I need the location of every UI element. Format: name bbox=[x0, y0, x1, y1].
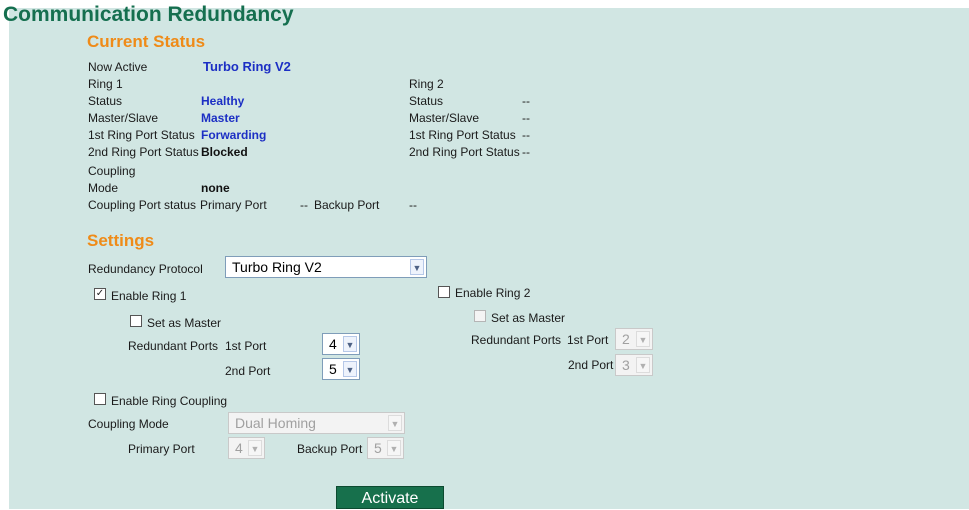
activate-button[interactable]: Activate bbox=[336, 486, 444, 509]
current-status-heading: Current Status bbox=[87, 32, 206, 51]
ring2-status-field-label: Status bbox=[409, 94, 444, 108]
coupling-mode-label: Mode bbox=[88, 181, 119, 195]
coupling-backup-port-label: Backup Port bbox=[314, 198, 380, 212]
ring1-master-slave-label: Master/Slave bbox=[88, 111, 159, 125]
ring1-port1-value: 4 bbox=[329, 336, 337, 352]
chevron-down-icon: ▼ bbox=[410, 259, 424, 275]
coupling-mode-select[interactable]: Dual Homing ▼ bbox=[228, 412, 405, 434]
ring2-port1-status-value: -- bbox=[522, 128, 530, 142]
coupling-mode-select-value: Dual Homing bbox=[235, 415, 316, 431]
ring2-master-slave-label: Master/Slave bbox=[409, 111, 480, 125]
ring2-master-slave-value: -- bbox=[522, 111, 530, 125]
ring2-set-master-label: Set as Master bbox=[491, 311, 566, 325]
coupling-primary-port-value: -- bbox=[300, 198, 308, 212]
chevron-down-icon: ▼ bbox=[636, 357, 650, 373]
content-panel bbox=[9, 8, 969, 509]
chevron-down-icon: ▼ bbox=[636, 331, 650, 347]
ring1-set-master-label: Set as Master bbox=[147, 316, 222, 330]
ring2-port2-status-label: 2nd Ring Port Status bbox=[409, 145, 520, 159]
ring1-port2-label: 2nd Port bbox=[225, 364, 271, 378]
enable-ring-coupling-checkbox[interactable] bbox=[94, 393, 106, 405]
chevron-down-icon: ▼ bbox=[343, 336, 357, 352]
chevron-down-icon: ▼ bbox=[248, 440, 262, 456]
chevron-down-icon: ▼ bbox=[388, 415, 402, 431]
chevron-down-icon: ▼ bbox=[343, 361, 357, 377]
ring2-port1-label: 1st Port bbox=[567, 333, 609, 347]
coupling-mode-value: none bbox=[201, 181, 230, 195]
ring1-master-slave-value: Master bbox=[201, 111, 240, 125]
ring2-set-master-checkbox[interactable] bbox=[474, 310, 486, 322]
enable-ring1-checkbox[interactable]: ✓ bbox=[94, 288, 106, 300]
ring2-port1-value: 2 bbox=[622, 331, 630, 347]
ring2-port2-status-value: -- bbox=[522, 145, 530, 159]
ring1-port2-value: 5 bbox=[329, 361, 337, 377]
ring1-status-value: Healthy bbox=[201, 94, 245, 108]
ring2-port2-select[interactable]: 3 ▼ bbox=[615, 354, 653, 376]
coupling-mode-setting-label: Coupling Mode bbox=[88, 417, 169, 431]
ring2-port2-label: 2nd Port bbox=[568, 358, 614, 372]
ring1-redundant-ports-label: Redundant Ports bbox=[128, 339, 219, 353]
coupling-backup-port-value: -- bbox=[409, 198, 417, 212]
redundancy-protocol-select[interactable]: Turbo Ring V2 ▼ bbox=[225, 256, 427, 278]
ring1-port2-select[interactable]: 5 ▼ bbox=[322, 358, 360, 380]
now-active-value: Turbo Ring V2 bbox=[203, 59, 291, 74]
coupling-primary-port-select-value: 4 bbox=[235, 440, 243, 456]
ring1-port2-status-label: 2nd Ring Port Status bbox=[88, 145, 199, 159]
redundancy-protocol-label: Redundancy Protocol bbox=[88, 262, 203, 276]
redundancy-protocol-value: Turbo Ring V2 bbox=[232, 259, 322, 275]
enable-ring2-label: Enable Ring 2 bbox=[455, 286, 531, 300]
ring2-port1-status-label: 1st Ring Port Status bbox=[409, 128, 516, 142]
page-title: Communication Redundancy bbox=[3, 3, 294, 26]
ring2-redundant-ports-label: Redundant Ports bbox=[471, 333, 562, 347]
coupling-primary-port-setting-label: Primary Port bbox=[128, 442, 195, 456]
coupling-status-label: Coupling bbox=[88, 164, 136, 178]
enable-ring1-label: Enable Ring 1 bbox=[111, 289, 187, 303]
ring1-port1-label: 1st Port bbox=[225, 339, 267, 353]
ring2-port2-value: 3 bbox=[622, 357, 630, 373]
ring2-status-label: Ring 2 bbox=[409, 77, 444, 91]
coupling-port-status-label: Coupling Port status bbox=[88, 198, 197, 212]
ring1-port1-status-value: Forwarding bbox=[201, 128, 267, 142]
enable-ring2-checkbox[interactable] bbox=[438, 286, 450, 298]
coupling-primary-port-select[interactable]: 4 ▼ bbox=[228, 437, 265, 459]
ring1-port1-status-label: 1st Ring Port Status bbox=[88, 128, 195, 142]
coupling-backup-port-select[interactable]: 5 ▼ bbox=[367, 437, 404, 459]
coupling-primary-port-label: Primary Port bbox=[200, 198, 267, 212]
now-active-label: Now Active bbox=[88, 60, 148, 74]
chevron-down-icon: ▼ bbox=[387, 440, 401, 456]
coupling-backup-port-select-value: 5 bbox=[374, 440, 382, 456]
ring2-port1-select[interactable]: 2 ▼ bbox=[615, 328, 653, 350]
ring1-port2-status-value: Blocked bbox=[201, 145, 248, 159]
ring1-status-label: Ring 1 bbox=[88, 77, 123, 91]
ring1-port1-select[interactable]: 4 ▼ bbox=[322, 333, 360, 355]
ring1-set-master-checkbox[interactable] bbox=[130, 315, 142, 327]
settings-heading: Settings bbox=[87, 231, 155, 250]
coupling-backup-port-setting-label: Backup Port bbox=[297, 442, 363, 456]
enable-ring-coupling-label: Enable Ring Coupling bbox=[111, 394, 228, 408]
ring2-status-value: -- bbox=[522, 94, 530, 108]
ring1-status-field-label: Status bbox=[88, 94, 123, 108]
